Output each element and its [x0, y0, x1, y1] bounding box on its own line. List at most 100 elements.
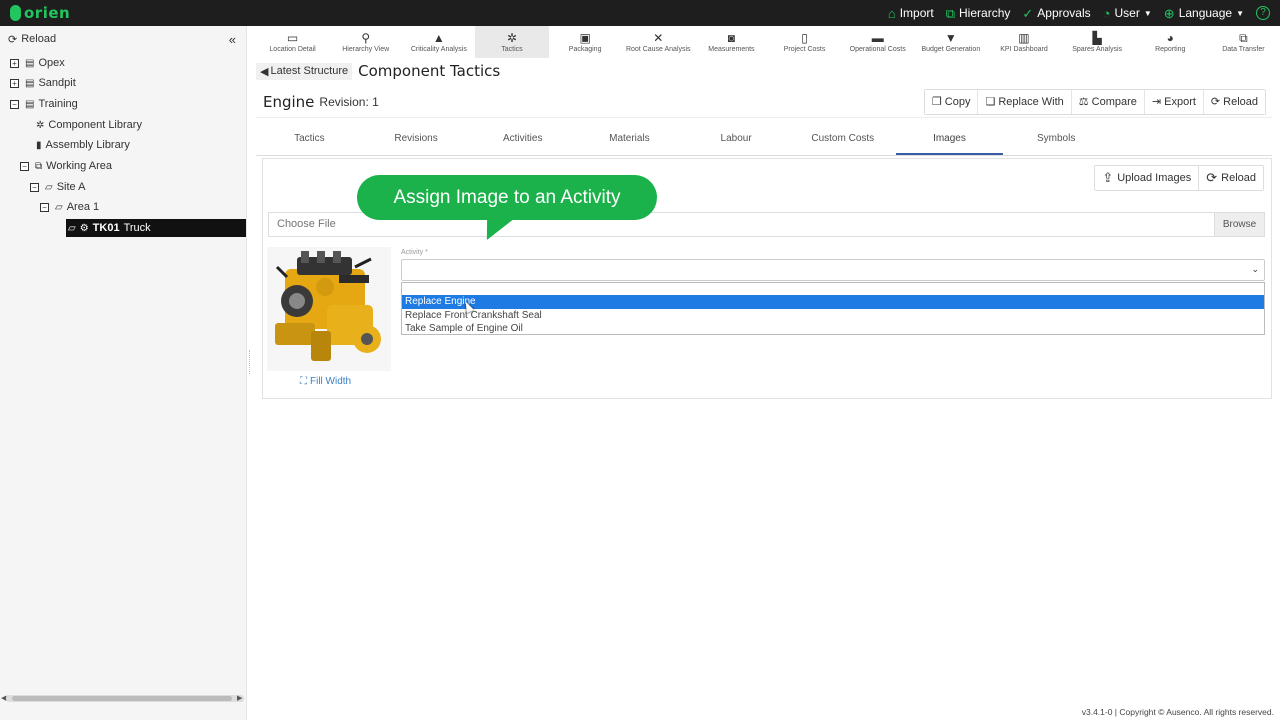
gear-icon: ✲	[506, 31, 518, 45]
module-tactics[interactable]: ✲ Tactics	[475, 26, 549, 58]
book-icon: ▮	[36, 139, 42, 151]
tree-item-assembly-library[interactable]: ▮ Assembly Library	[36, 136, 130, 154]
clone-icon: ❏	[985, 96, 996, 108]
sidebar-resize-handle[interactable]	[249, 350, 251, 374]
module-label: Data Transfer	[1222, 46, 1265, 53]
images-reload-button[interactable]: ⟳ Reload	[1199, 166, 1263, 190]
lightbulb-icon: ⌂	[887, 5, 896, 21]
sitemap-icon: ⧉	[35, 160, 43, 172]
sidebar-header: ⟳ Reload «	[0, 26, 246, 52]
copy-icon: ❐	[931, 96, 942, 108]
nav-user-label: User	[1114, 6, 1140, 20]
tab-symbols[interactable]: Symbols	[1003, 126, 1110, 155]
tab-activities[interactable]: Activities	[469, 126, 576, 155]
nav-approvals[interactable]: ✓ Approvals	[1022, 6, 1090, 20]
nav-hierarchy-label: Hierarchy	[959, 6, 1011, 20]
module-reporting[interactable]: ◕ Reporting	[1134, 26, 1207, 58]
activity-select[interactable]: ⌄	[401, 259, 1265, 281]
nav-hierarchy[interactable]: ⧉ Hierarchy	[946, 6, 1011, 20]
module-packaging[interactable]: ▣ Packaging	[549, 26, 622, 58]
help-button[interactable]: ?	[1256, 6, 1270, 20]
collapse-toggle-icon[interactable]: −	[30, 182, 39, 192]
tree-item-site-a[interactable]: − ▱ Site A	[30, 178, 85, 196]
compare-button[interactable]: ⚖ Compare	[1071, 89, 1145, 114]
reload-button[interactable]: ⟳ Reload	[1203, 89, 1265, 114]
sync-icon: ⟳	[1206, 170, 1218, 185]
back-label: Latest Structure	[270, 65, 349, 77]
back-to-latest-structure-button[interactable]: ◀ Latest Structure	[256, 62, 353, 80]
collapse-toggle-icon[interactable]: −	[10, 99, 19, 109]
scroll-right-icon[interactable]: ▶	[237, 695, 242, 702]
module-label: Budget Generation	[921, 46, 981, 53]
tab-revisions[interactable]: Revisions	[363, 126, 470, 155]
balance-scale-icon: ⚖	[1078, 96, 1089, 108]
image-actions: ⇪ Upload Images ⟳ Reload	[1094, 165, 1264, 191]
component-tabs: Tactics Revisions Activities Materials L…	[256, 126, 1272, 156]
module-kpi-dashboard[interactable]: ▥ KPI Dashboard	[987, 26, 1060, 58]
sidebar-horizontal-scrollbar[interactable]	[6, 695, 244, 702]
expand-toggle-icon[interactable]: +	[10, 58, 19, 68]
tab-tactics[interactable]: Tactics	[256, 126, 363, 155]
fill-width-label: Fill Width	[310, 376, 352, 387]
activity-option[interactable]: Replace Engine	[402, 295, 1264, 309]
export-button[interactable]: ⇥ Export	[1144, 89, 1204, 114]
pie-chart-icon: ◕	[1166, 31, 1174, 45]
module-criticality-analysis[interactable]: ▲ Criticality Analysis	[402, 26, 475, 58]
gear-icon: ✲	[36, 119, 45, 131]
copy-button[interactable]: ❐ Copy	[924, 89, 979, 114]
collapse-toggle-icon[interactable]: −	[40, 202, 49, 212]
module-hierarchy-view[interactable]: ⚲ Hierarchy View	[329, 26, 402, 58]
browse-button[interactable]: Browse	[1214, 213, 1264, 236]
upload-images-button[interactable]: ⇪ Upload Images	[1095, 166, 1200, 190]
tab-materials[interactable]: Materials	[576, 126, 683, 155]
module-label: Criticality Analysis	[410, 46, 467, 53]
module-measurements[interactable]: ◙ Measurements	[695, 26, 768, 58]
app-logo[interactable]: orien	[10, 4, 70, 22]
expand-toggle-icon[interactable]: +	[10, 78, 19, 88]
module-root-cause-analysis[interactable]: ✕ Root Cause Analysis	[622, 26, 695, 58]
module-location-detail[interactable]: ▭ Location Detail	[256, 26, 329, 58]
collapse-sidebar-icon[interactable]: «	[229, 32, 236, 47]
folder-open-icon: ▱	[68, 222, 76, 234]
sidebar-reload-button[interactable]: Reload	[21, 33, 56, 45]
caret-down-icon: ▼	[1236, 8, 1244, 18]
replace-with-label: Replace With	[998, 95, 1064, 108]
nav-language[interactable]: ⊕ Language ▼	[1164, 6, 1244, 20]
module-operational-costs[interactable]: ▬ Operational Costs	[841, 26, 914, 58]
module-budget-generation[interactable]: ▼ Budget Generation	[914, 26, 987, 58]
module-project-costs[interactable]: ▯ Project Costs	[768, 26, 841, 58]
module-label: Project Costs	[783, 46, 826, 53]
tree-item-training[interactable]: − ▤ Training	[10, 95, 78, 113]
database-icon: ▤	[25, 98, 35, 110]
activity-option[interactable]: Replace Front Crankshaft Seal	[402, 309, 1264, 323]
tab-custom-costs[interactable]: Custom Costs	[789, 126, 896, 155]
replace-with-button[interactable]: ❏ Replace With	[978, 89, 1072, 114]
module-data-transfer[interactable]: ⧉ Data Transfer	[1207, 26, 1280, 58]
sidebar: ⟳ Reload « + ▤ Opex + ▤ Sandpit − ▤ Trai…	[0, 26, 247, 720]
folder-open-icon: ▱	[55, 201, 63, 213]
collapse-toggle-icon[interactable]: −	[20, 161, 29, 171]
scrollbar-thumb[interactable]	[12, 696, 232, 701]
tree-item-code: TK01	[92, 222, 120, 234]
module-spares-analysis[interactable]: ▙ Spares Analysis	[1061, 26, 1134, 58]
tree-item-tk01-truck[interactable]: ▱ ⚙ TK01 Truck	[66, 219, 246, 237]
module-label: KPI Dashboard	[1000, 46, 1048, 53]
warning-icon: ▲	[432, 31, 445, 45]
tree-item-label: Opex	[38, 57, 65, 69]
tab-labour[interactable]: Labour	[683, 126, 790, 155]
activity-option[interactable]: Take Sample of Engine Oil	[402, 322, 1264, 336]
engine-image[interactable]	[267, 247, 391, 371]
upload-images-label: Upload Images	[1117, 172, 1192, 184]
fill-width-button[interactable]: ⛶ Fill Width	[300, 376, 351, 387]
tree-item-area-1[interactable]: − ▱ Area 1	[40, 198, 99, 216]
nav-user[interactable]: ◔ User ▼	[1103, 6, 1152, 20]
tree-item-sandpit[interactable]: + ▤ Sandpit	[10, 74, 76, 92]
nav-import[interactable]: ⌂ Import	[888, 6, 934, 20]
component-actions: ❐ Copy ❏ Replace With ⚖ Compare ⇥ Export ⟳ Re…	[923, 88, 1266, 115]
check-circle-icon: ✓	[1022, 5, 1034, 21]
component-name: Engine	[263, 92, 315, 111]
tab-images[interactable]: Images	[896, 126, 1003, 155]
tree-item-component-library[interactable]: ✲ Component Library	[36, 116, 142, 134]
tree-item-working-area[interactable]: − ⧉ Working Area	[20, 157, 112, 175]
tree-item-opex[interactable]: + ▤ Opex	[10, 54, 65, 72]
